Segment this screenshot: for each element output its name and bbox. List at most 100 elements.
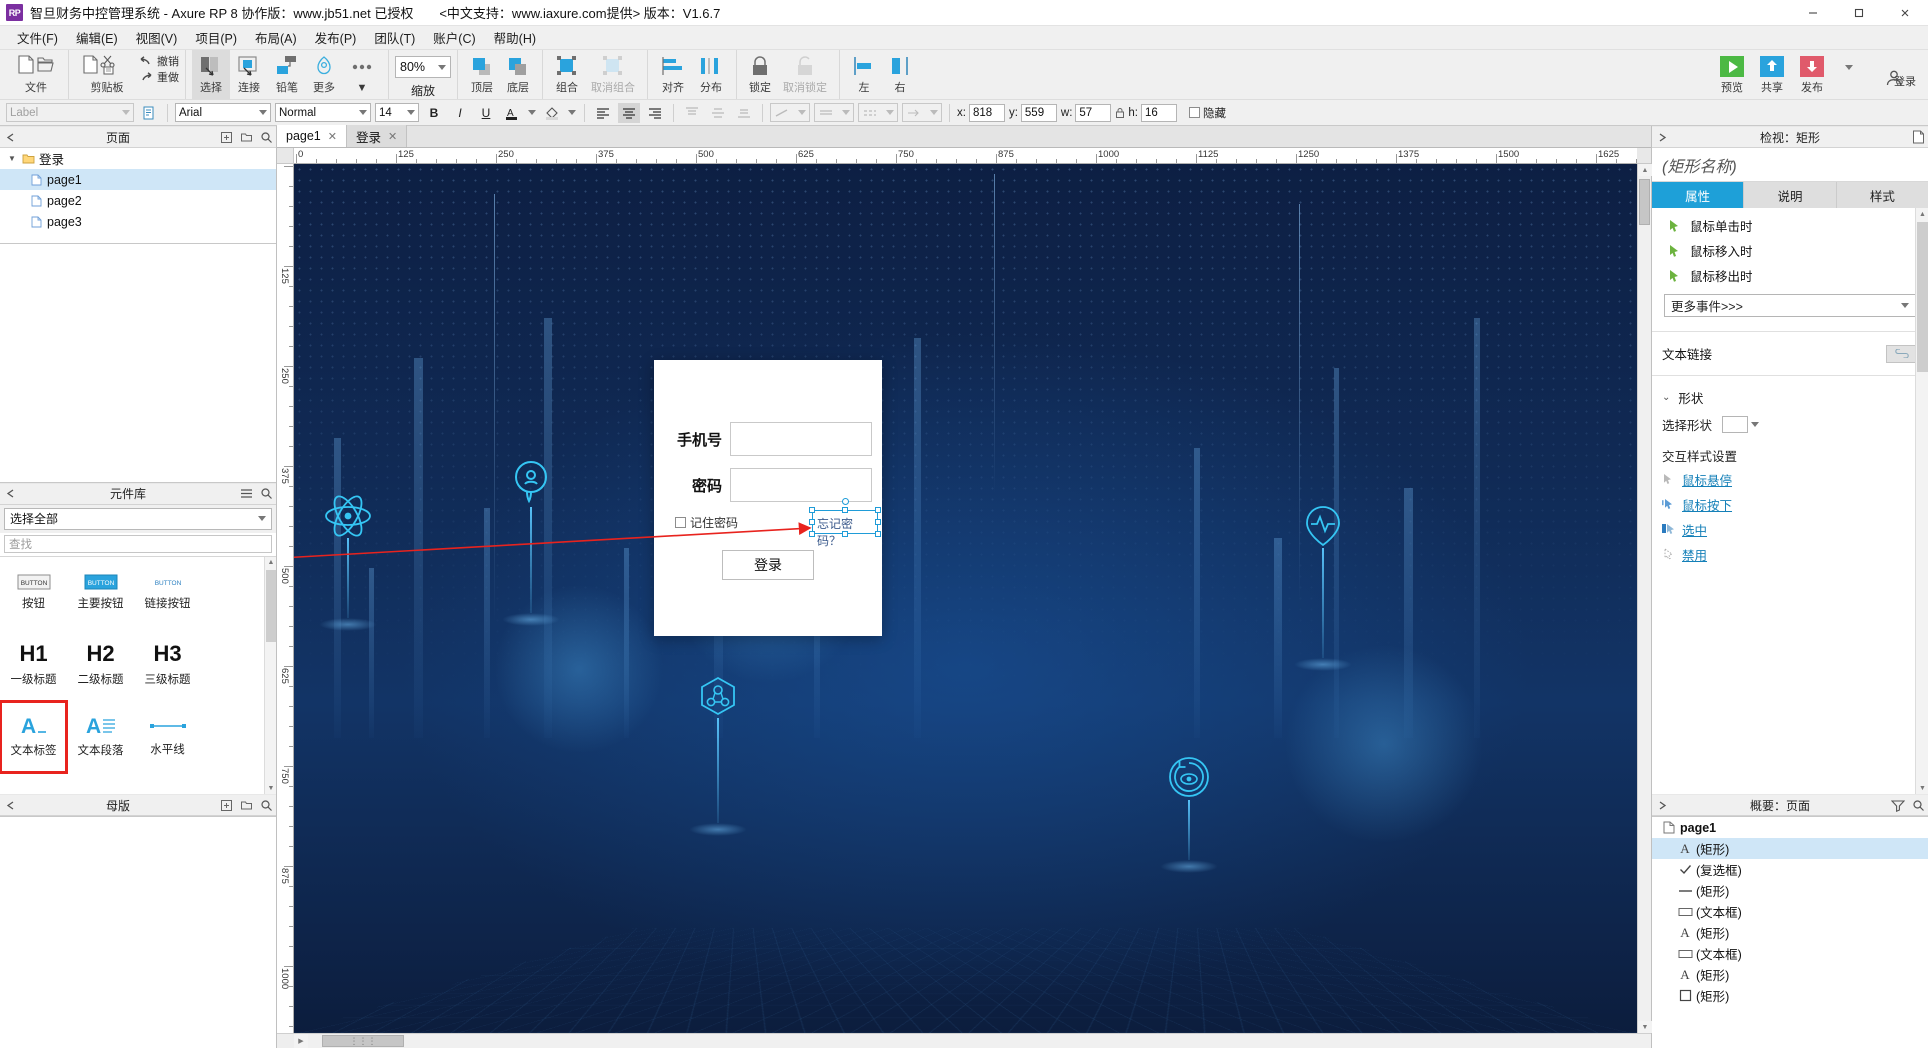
more-tools-button[interactable]: ▼ <box>342 50 382 99</box>
publish-button[interactable]: 发布 <box>1792 50 1832 99</box>
y-input[interactable]: 559 <box>1020 103 1057 122</box>
scroll-up-icon[interactable]: ▲ <box>1916 208 1928 220</box>
close-button[interactable] <box>1882 0 1928 26</box>
align-left-text-button[interactable] <box>592 103 614 123</box>
outline-item-2[interactable]: (矩形) <box>1652 880 1928 901</box>
y-coordinate[interactable]: y: 559 <box>1009 103 1057 122</box>
collapse-icon[interactable] <box>1652 795 1672 815</box>
font-family-select[interactable]: Arial <box>175 103 271 122</box>
font-weight-select[interactable]: Normal <box>275 103 371 122</box>
phone-input[interactable] <box>730 422 872 456</box>
align-button[interactable]: 对齐 <box>654 50 692 99</box>
x-coordinate[interactable]: x: 818 <box>957 103 1005 122</box>
maximize-button[interactable] <box>1836 0 1882 26</box>
library-item-h3[interactable]: H3 三级标题 <box>134 629 201 701</box>
menu-item-account[interactable]: 账户(C) <box>424 25 484 50</box>
interaction-link[interactable]: 鼠标悬停 <box>1682 470 1732 489</box>
interaction-style-disabled[interactable]: 禁用 <box>1652 542 1928 567</box>
checkbox-box[interactable] <box>675 516 686 528</box>
line-pattern-select[interactable] <box>858 103 898 122</box>
inspector-scrollbar[interactable]: ▲ ▼ <box>1915 208 1928 794</box>
search-icon[interactable] <box>256 795 276 815</box>
canvas-horizontal-scrollbar[interactable]: ◀ ⋮⋮⋮ ▶ <box>294 1034 1651 1048</box>
outline-item-6[interactable]: A (矩形) <box>1652 964 1928 985</box>
tab-page1[interactable]: page1 ✕ <box>277 125 347 147</box>
widget-label-input[interactable]: Label <box>6 103 134 122</box>
menu-item-view[interactable]: 视图(V) <box>127 25 187 50</box>
collapse-icon[interactable] <box>0 127 20 147</box>
italic-button[interactable]: I <box>449 103 471 123</box>
redo-button[interactable]: 重做 <box>139 69 179 85</box>
login-button[interactable]: 登录 <box>722 550 814 580</box>
library-select[interactable]: 选择全部 <box>4 507 272 530</box>
bring-to-front-button[interactable]: 顶层 <box>464 50 500 99</box>
link-icon[interactable] <box>1886 344 1918 363</box>
lock-ratio-icon[interactable] <box>1115 107 1125 119</box>
canvas-vertical-scrollbar[interactable]: ▲ ▼ <box>1637 164 1652 1033</box>
page-tree-item-page3[interactable]: page3 <box>0 211 276 232</box>
add-page-icon[interactable] <box>216 127 236 147</box>
remember-password-checkbox[interactable]: 记住密码 <box>675 514 738 531</box>
line-style-select[interactable] <box>814 103 854 122</box>
interaction-style-selected[interactable]: 选中 <box>1652 517 1928 542</box>
menu-item-team[interactable]: 团队(T) <box>365 25 424 50</box>
align-right-text-button[interactable] <box>644 103 666 123</box>
scroll-up-icon[interactable]: ▲ <box>265 556 276 569</box>
h-input[interactable]: 16 <box>1141 103 1177 122</box>
resize-handle-s[interactable] <box>842 531 848 537</box>
zoom-control[interactable]: 80% 缩放 <box>395 50 451 99</box>
event-row-mouseenter[interactable]: 鼠标移入时 <box>1652 238 1928 263</box>
resize-handle-w[interactable] <box>809 519 815 525</box>
vertical-scroll-thumb[interactable] <box>1639 179 1650 225</box>
pen-tool-button[interactable]: 更多 <box>306 50 342 99</box>
design-canvas[interactable]: 手机号 密码 记住密码 忘记密码？ 登录 <box>294 164 1637 1033</box>
scroll-down-icon[interactable]: ▼ <box>265 782 276 794</box>
interaction-style-mousedown[interactable]: 鼠标按下 <box>1652 492 1928 517</box>
menu-item-layout[interactable]: 布局(A) <box>246 25 306 50</box>
resize-handle-n[interactable] <box>842 507 848 513</box>
login-account-button[interactable]: 登录 <box>1866 50 1922 99</box>
note-icon[interactable] <box>138 103 160 123</box>
hidden-checkbox-box[interactable] <box>1189 107 1200 118</box>
bold-button[interactable]: B <box>423 103 445 123</box>
login-card[interactable]: 手机号 密码 记住密码 忘记密码？ 登录 <box>654 360 882 636</box>
underline-button[interactable]: U <box>475 103 497 123</box>
outline-item-7[interactable]: (矩形) <box>1652 985 1928 1006</box>
search-icon[interactable] <box>1908 795 1928 815</box>
library-scroll-thumb[interactable] <box>266 569 276 642</box>
scroll-right-icon[interactable]: ▶ <box>294 1034 308 1048</box>
pages-tree[interactable]: ▼ 登录 page1 page2 page3 <box>0 148 276 244</box>
menu-item-project[interactable]: 项目(P) <box>186 25 246 50</box>
minimize-button[interactable] <box>1790 0 1836 26</box>
more-events-select[interactable]: 更多事件>>> <box>1664 294 1916 317</box>
masters-list[interactable] <box>0 816 276 1048</box>
event-row-mouseleave[interactable]: 鼠标移出时 <box>1652 263 1928 288</box>
library-item-text-label[interactable]: A 文本标签 <box>0 699 68 774</box>
inspector-scroll-thumb[interactable] <box>1917 222 1928 372</box>
menu-item-edit[interactable]: 编辑(E) <box>67 25 127 50</box>
fill-color-caret[interactable] <box>567 103 577 123</box>
x-input[interactable]: 818 <box>968 103 1005 122</box>
page-tree-item-page2[interactable]: page2 <box>0 190 276 211</box>
outline-item-4[interactable]: A (矩形) <box>1652 922 1928 943</box>
collapse-icon[interactable] <box>0 795 20 815</box>
library-item-text-paragraph[interactable]: A 文本段落 <box>67 701 134 773</box>
group-button[interactable]: 组合 <box>549 50 585 99</box>
add-master-icon[interactable] <box>216 795 236 815</box>
shape-select-control[interactable] <box>1722 416 1760 433</box>
valign-top-button[interactable] <box>681 103 703 123</box>
collapse-icon[interactable] <box>0 484 20 504</box>
scroll-down-icon[interactable]: ▼ <box>1916 782 1928 794</box>
search-icon[interactable] <box>256 484 276 504</box>
widget-name-input[interactable]: (矩形名称) <box>1652 148 1928 182</box>
resize-handle-e[interactable] <box>875 519 881 525</box>
shape-section-header[interactable]: ⌄ 形状 <box>1652 382 1928 413</box>
horizontal-scroll-thumb[interactable]: ⋮⋮⋮ <box>322 1035 404 1047</box>
width-field[interactable]: w: 57 <box>1061 103 1112 122</box>
library-scrollbar[interactable]: ▲ ▼ <box>264 556 276 794</box>
hidden-checkbox[interactable]: 隐藏 <box>1189 105 1226 121</box>
resize-handle-sw[interactable] <box>809 531 815 537</box>
connector-shape-button[interactable]: 铅笔 <box>268 50 306 99</box>
font-size-select[interactable]: 14 <box>375 103 419 122</box>
close-icon[interactable]: ✕ <box>328 130 337 143</box>
